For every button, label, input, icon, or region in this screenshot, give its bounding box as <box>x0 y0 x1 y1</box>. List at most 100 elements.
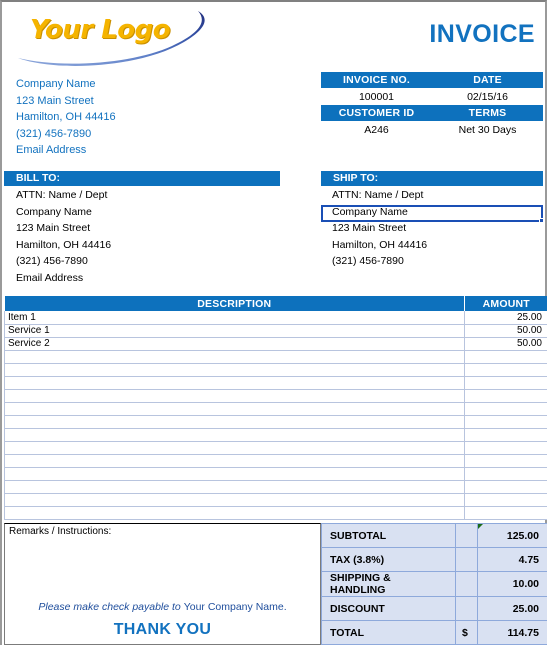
line-item-description[interactable] <box>4 415 465 429</box>
line-item-description[interactable] <box>4 493 465 507</box>
totals-label: TAX (3.8%) <box>321 547 456 572</box>
line-item-amount[interactable] <box>464 506 547 520</box>
company-info-line: Hamilton, OH 44416 <box>16 111 116 123</box>
table-row <box>4 454 547 468</box>
meta-value-row: A246 Net 30 Days <box>321 121 543 138</box>
ship-to-heading: SHIP TO: <box>321 171 543 186</box>
totals-row: SUBTOTAL 125.00 <box>321 523 547 548</box>
table-row <box>4 389 547 403</box>
line-item-description[interactable] <box>4 454 465 468</box>
line-item-description[interactable] <box>4 480 465 494</box>
table-row <box>4 376 547 390</box>
line-item-description[interactable] <box>4 506 465 520</box>
table-row <box>4 441 547 455</box>
line-item-amount[interactable]: 50.00 <box>464 324 547 338</box>
totals-body: SUBTOTAL 125.00 TAX (3.8%) 4.75 SHIPPING & H… <box>321 523 547 645</box>
cell-comment-marker-icon <box>478 524 483 529</box>
line-item-amount[interactable] <box>464 493 547 507</box>
totals-currency-symbol <box>455 547 478 572</box>
line-item-amount[interactable] <box>464 350 547 364</box>
ship-to-line[interactable]: (321) 456-7890 <box>332 253 542 270</box>
line-item-description[interactable] <box>4 428 465 442</box>
line-item-amount[interactable] <box>464 480 547 494</box>
meta-header-row: CUSTOMER ID TERMS <box>321 105 543 121</box>
terms-value[interactable]: Net 30 Days <box>432 121 543 138</box>
line-item-amount[interactable] <box>464 441 547 455</box>
line-item-description[interactable] <box>4 350 465 364</box>
line-item-amount[interactable]: 50.00 <box>464 337 547 351</box>
ship-to-line[interactable]: 123 Main Street <box>332 220 542 237</box>
bill-to-line[interactable]: (321) 456-7890 <box>16 253 281 270</box>
line-item-description[interactable]: Service 1 <box>4 324 465 338</box>
table-row <box>4 506 547 520</box>
totals-value[interactable]: 10.00 <box>477 571 547 597</box>
totals-value[interactable]: 25.00 <box>477 596 547 621</box>
ship-to-line[interactable]: Hamilton, OH 44416 <box>332 237 542 254</box>
selected-cell-outline[interactable] <box>321 205 544 223</box>
invoice-no-header: INVOICE NO. <box>321 72 432 88</box>
date-header: DATE <box>432 72 543 88</box>
table-row: Item 1 25.00 <box>4 311 547 325</box>
customer-id-value[interactable]: A246 <box>321 121 432 138</box>
bill-to-line[interactable]: Hamilton, OH 44416 <box>16 237 281 254</box>
bill-to-line[interactable]: ATTN: Name / Dept <box>16 187 281 204</box>
line-item-amount[interactable] <box>464 389 547 403</box>
line-item-description[interactable]: Service 2 <box>4 337 465 351</box>
bill-to-line[interactable]: Company Name <box>16 204 281 221</box>
company-info-block: Company Name 123 Main Street Hamilton, O… <box>16 76 276 159</box>
payable-note: Please make check payable to Your Compan… <box>5 601 320 613</box>
payable-company-name: Your Company Name. <box>183 601 287 613</box>
bill-to-line[interactable]: Email Address <box>16 270 281 287</box>
line-item-amount[interactable] <box>464 402 547 416</box>
invoice-no-value[interactable]: 100001 <box>321 88 432 105</box>
totals-currency-symbol <box>455 571 478 597</box>
company-logo: Your Logo <box>12 6 220 72</box>
ship-to-block: ATTN: Name / Dept Company Name 123 Main … <box>332 187 542 270</box>
line-item-description[interactable] <box>4 389 465 403</box>
totals-value-text: 25.00 <box>512 602 539 615</box>
remarks-label: Remarks / Instructions: <box>9 526 112 537</box>
totals-row: TOTAL $114.75 <box>321 620 547 645</box>
bill-to-line[interactable]: 123 Main Street <box>16 220 281 237</box>
totals-label: TOTAL <box>321 620 456 645</box>
company-info-line: Company Name <box>16 78 96 90</box>
invoice-sheet: Your Logo INVOICE Company Name 123 Main … <box>0 0 547 645</box>
line-item-amount[interactable] <box>464 415 547 429</box>
line-item-description[interactable] <box>4 467 465 481</box>
line-item-amount[interactable] <box>464 467 547 481</box>
totals-value-text: 10.00 <box>512 578 539 590</box>
totals-row: TAX (3.8%) 4.75 <box>321 547 547 572</box>
fill-handle[interactable] <box>539 218 544 223</box>
totals-value[interactable]: 114.75 <box>477 620 547 645</box>
totals-value[interactable]: 125.00 <box>477 523 547 548</box>
line-item-amount[interactable] <box>464 428 547 442</box>
totals-label: SUBTOTAL <box>321 523 456 548</box>
line-item-amount[interactable]: 25.00 <box>464 311 547 325</box>
line-items-header-row: DESCRIPTION AMOUNT <box>4 296 547 311</box>
payable-note-italic: Please make check payable to <box>38 601 184 613</box>
line-item-amount[interactable] <box>464 363 547 377</box>
totals-value-text: 114.75 <box>507 626 539 639</box>
remarks-box[interactable]: Remarks / Instructions: Please make chec… <box>4 523 321 645</box>
totals-value[interactable]: 4.75 <box>477 547 547 572</box>
thank-you-text: THANK YOU <box>113 621 212 638</box>
line-item-description[interactable] <box>4 402 465 416</box>
totals-value-text: 4.75 <box>518 553 539 566</box>
line-items-table: DESCRIPTION AMOUNT Item 1 25.00 Service 15… <box>4 296 547 520</box>
totals-row: SHIPPING & HANDLING 10.00 <box>321 571 547 597</box>
description-column-header: DESCRIPTION <box>4 296 465 311</box>
company-info-line: 123 Main Street <box>16 94 94 107</box>
bill-to-block: ATTN: Name / Dept Company Name 123 Main … <box>16 187 281 286</box>
date-value[interactable]: 02/15/16 <box>432 88 543 105</box>
table-row <box>4 480 547 494</box>
bill-to-heading: BILL TO: <box>4 171 280 186</box>
line-item-description[interactable]: Item 1 <box>4 311 465 325</box>
ship-to-line[interactable]: ATTN: Name / Dept <box>332 187 542 204</box>
line-item-amount[interactable] <box>464 454 547 468</box>
line-item-description[interactable] <box>4 363 465 377</box>
line-item-amount[interactable] <box>464 376 547 390</box>
line-item-description[interactable] <box>4 441 465 455</box>
totals-label: DISCOUNT <box>321 596 456 621</box>
line-item-description[interactable] <box>4 376 465 390</box>
meta-value-row: 100001 02/15/16 <box>321 88 543 105</box>
